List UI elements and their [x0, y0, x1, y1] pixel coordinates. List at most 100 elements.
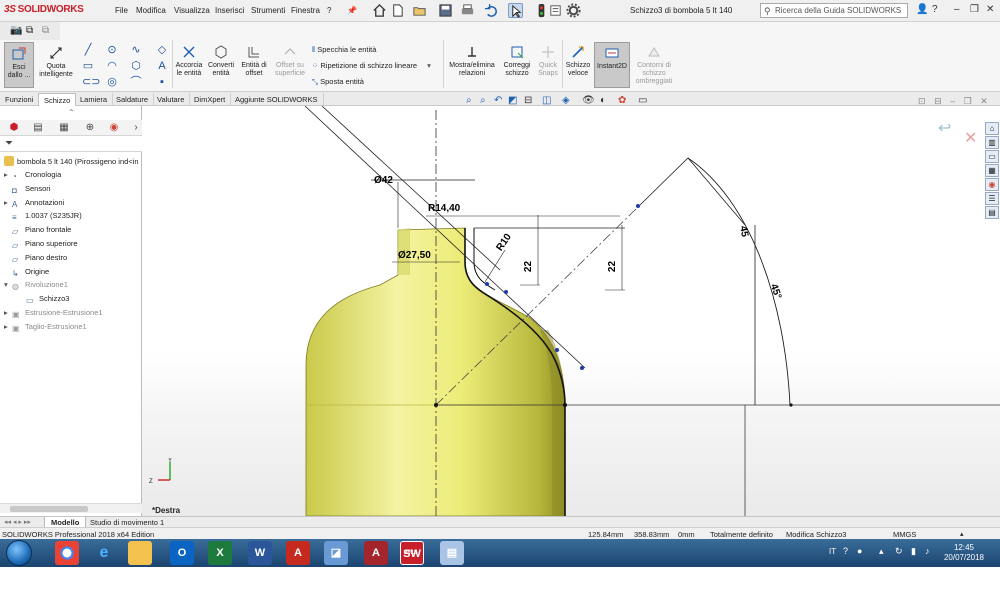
sketch-point[interactable] [555, 348, 559, 352]
view-orientation-icon[interactable]: ◫ [542, 95, 551, 106]
network-tray-icon[interactable]: ▮ [911, 546, 916, 557]
dim-diameter-42[interactable]: Ø42 [374, 175, 393, 186]
tab-sheet-metal[interactable]: Lamiera [75, 93, 114, 106]
viewport-minimize-icon[interactable]: – [950, 96, 955, 106]
units-selector[interactable]: MMGS [893, 530, 916, 539]
print-icon[interactable] [460, 3, 475, 18]
tab-features[interactable]: Funzioni [0, 93, 40, 106]
internet-explorer-icon[interactable]: e [92, 541, 116, 565]
chat-tray-icon[interactable]: ● [857, 546, 862, 556]
custom-properties-icon[interactable]: ☰ [985, 192, 999, 205]
tree-item[interactable]: ◘ Sensori [4, 184, 50, 197]
solidworks-taskbar-icon[interactable]: SW 2018 [400, 541, 424, 565]
excel-icon[interactable]: X [208, 541, 232, 565]
help-icon[interactable]: ? [932, 4, 938, 15]
menu-help[interactable]: ? [327, 6, 331, 15]
dynamic-annotation-icon[interactable]: ⊟ [524, 95, 532, 106]
tab-weldments[interactable]: Saldature [111, 93, 155, 106]
mirror-entities-button[interactable]: ⫴ Specchia le entità [312, 45, 376, 55]
rapid-sketch-button[interactable]: Schizzo veloce [564, 42, 592, 88]
design-library-icon[interactable]: ▥ [985, 136, 999, 149]
polygon-tool-icon[interactable]: ⬡ [130, 60, 142, 72]
fillet-tool-icon[interactable]: ⌒ [130, 76, 142, 88]
panel-scrollbar[interactable] [0, 503, 142, 513]
expand-arrow-icon[interactable]: ▸ [4, 170, 12, 179]
confirm-sketch-icon[interactable]: ↩ [938, 118, 951, 138]
viewport-expand-icon[interactable]: ⊡ [918, 96, 926, 106]
viewport-restore-icon[interactable]: ❐ [964, 96, 972, 106]
camera-icon[interactable]: 📷 [10, 25, 22, 36]
edit-appearance-icon[interactable]: ◐ [600, 95, 606, 106]
pin-icon[interactable]: 📌 [347, 6, 357, 15]
outlook-icon[interactable]: O [170, 541, 194, 565]
viewport-split-icon[interactable]: ⊟ [934, 96, 942, 106]
graphics-area[interactable]: Ø42 R14,40 Ø27,50 R10 22 22 45 45° ↩ ✕ Y… [142, 106, 1000, 516]
menu-edit[interactable]: Modifica [136, 6, 166, 15]
menu-tools[interactable]: Strumenti [251, 6, 285, 15]
linear-pattern-button[interactable]: ⁘ Ripetizione di schizzo lineare ▾ [312, 61, 431, 70]
user-icon[interactable]: 👤 [916, 4, 928, 15]
spline-tool-icon[interactable]: ∿ [130, 44, 142, 56]
tree-root-part[interactable]: bombola 5 lt 140 (Pirossigeno ind<in [4, 156, 139, 169]
text-tool-icon[interactable]: A [156, 60, 168, 72]
display-relations-button[interactable]: Mostra/elimina relazioni [446, 42, 498, 88]
file-explorer-icon[interactable] [128, 541, 152, 565]
tree-item[interactable]: ▸ ▣ Taglio-Estrusione1 [4, 322, 87, 335]
line-tool-icon[interactable]: ╱ [82, 44, 94, 56]
save-icon[interactable] [438, 3, 453, 18]
apply-scene-icon[interactable]: ✿ [618, 95, 626, 106]
view-settings-icon[interactable]: ▭ [638, 95, 647, 106]
sketch-point[interactable] [485, 282, 489, 286]
shaded-sketch-contours-button[interactable]: Contorni di schizzo ombreggiati [632, 42, 676, 88]
onenote-icon[interactable]: ◪ [324, 541, 348, 565]
expand-arrow-icon[interactable]: ▸ [4, 198, 12, 207]
smart-dimension-button[interactable]: Quota intelligente [36, 42, 76, 88]
tree-item[interactable]: ▸ ◔ Cronologia [4, 170, 61, 183]
repair-sketch-button[interactable]: Correggi schizzo [500, 42, 534, 88]
sync-tray-icon[interactable]: ↻ [895, 546, 903, 557]
windows-start-icon[interactable] [6, 540, 32, 566]
menu-view[interactable]: Visualizza [174, 6, 210, 15]
view-copy-icon[interactable]: ⧉ [26, 25, 33, 36]
dim-22-b[interactable]: 22 [607, 261, 618, 272]
point-circle-tool-icon[interactable]: ◎ [106, 76, 118, 88]
instant2d-button[interactable]: Instant2D [594, 42, 630, 88]
notepad-icon[interactable]: ▤ [440, 541, 464, 565]
tree-item[interactable]: ▸ ▣ Estrusione-Estrusione1 [4, 308, 103, 321]
trim-entities-button[interactable]: Accorcia le entità [174, 42, 204, 88]
traffic-light-icon[interactable] [534, 3, 549, 18]
zoom-area-icon[interactable]: ⌕ [480, 95, 486, 106]
tab-solidworks-addins[interactable]: Aggiunte SOLIDWORKS [230, 93, 324, 106]
move-entities-button[interactable]: ⤡ Sposta entità [312, 77, 364, 87]
help-search-input[interactable]: ⚲ Ricerca della Guida SOLIDWORKS [760, 3, 908, 18]
rectangle-tool-icon[interactable]: ▭ [82, 60, 94, 72]
sketch-point[interactable] [580, 366, 584, 370]
expand-arrow-icon[interactable]: ▾ [4, 280, 12, 289]
tree-item[interactable]: ▭ Schizzo3 [18, 294, 69, 307]
tree-filter[interactable]: ⏷ [0, 136, 142, 152]
dim-22-a[interactable]: 22 [523, 261, 534, 272]
menu-file[interactable]: File [115, 6, 128, 15]
property-manager-tab-icon[interactable]: ▤ [30, 122, 46, 134]
chrome-icon[interactable] [55, 541, 79, 565]
tab-scroll-arrows[interactable]: ◂◂ ◂ ▸ ▸▸ [4, 518, 31, 526]
file-properties-icon[interactable] [548, 3, 563, 18]
options-gear-icon[interactable] [566, 3, 581, 18]
menu-insert[interactable]: Inserisci [215, 6, 244, 15]
section-view-icon[interactable]: ◩ [508, 95, 517, 106]
panel-collapse-handle[interactable]: ⌃ [68, 108, 75, 117]
tab-sketch[interactable]: Schizzo [38, 93, 77, 106]
appearances-icon[interactable]: ◉ [985, 178, 999, 191]
file-explorer-icon[interactable]: ▭ [985, 150, 999, 163]
tree-item[interactable]: ▱ Piano frontale [4, 225, 71, 238]
tree-item[interactable]: ↳ Origine [4, 267, 49, 280]
plane-tool-icon[interactable]: ◇ [156, 44, 168, 56]
circle-tool-icon[interactable]: ⊙ [106, 44, 118, 56]
expand-arrow-icon[interactable]: ▸ [4, 322, 12, 331]
dim-45[interactable]: 45 [737, 225, 750, 238]
dim-diameter-27-50[interactable]: Ø27,50 [398, 250, 431, 261]
filter-funnel-icon[interactable]: ⏷ [5, 138, 13, 149]
menu-window[interactable]: Finestra [291, 6, 320, 15]
solidworks-resources-icon[interactable]: ⌂ [985, 122, 999, 135]
view-palette-icon[interactable]: ▦ [985, 164, 999, 177]
